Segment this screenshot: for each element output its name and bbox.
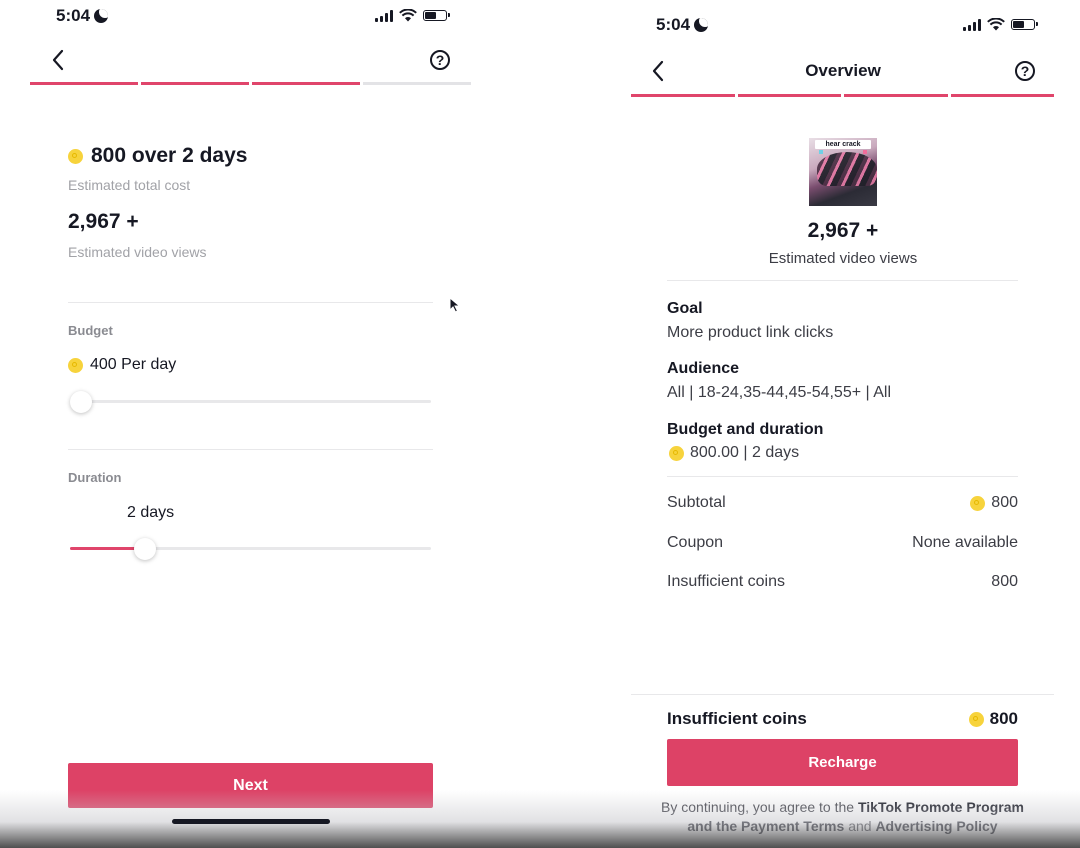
signal-icon — [375, 9, 393, 22]
views-caption: Estimated video views — [68, 244, 207, 260]
decoration — [819, 150, 823, 154]
subtotal-row: Subtotal 800 — [667, 494, 1018, 512]
thumbnail-caption: hear crack — [815, 140, 871, 149]
divider — [667, 476, 1018, 477]
budget-value-text: 400 Per day — [90, 356, 177, 373]
goal-title: Goal — [667, 300, 703, 317]
views-value: 2,967 + — [68, 210, 139, 233]
status-time: 5:04 — [56, 6, 109, 26]
video-thumbnail[interactable]: hear crack — [809, 138, 877, 206]
coin-icon — [68, 148, 83, 164]
next-button[interactable]: Next — [68, 763, 433, 808]
subtotal-value-text: 800 — [991, 494, 1018, 511]
time-text: 5:04 — [56, 6, 91, 25]
battery-icon — [423, 10, 450, 21]
page-title: Overview — [805, 61, 881, 80]
footer-insufficient-value: 800 — [968, 709, 1018, 729]
back-button[interactable] — [646, 59, 670, 83]
cursor-icon — [449, 297, 461, 313]
coupon-label: Coupon — [667, 534, 724, 551]
moon-icon — [694, 18, 709, 32]
progress-segment — [844, 94, 948, 97]
insufficient-coins-row: Insufficient coins 800 — [667, 573, 1018, 591]
terms-link-advertising-policy[interactable]: Advertising Policy — [875, 818, 997, 834]
coin-icon — [669, 445, 684, 461]
question-circle-icon: ? — [1020, 63, 1030, 79]
duration-slider[interactable] — [70, 538, 431, 560]
step-progress — [631, 94, 1054, 97]
coin-icon — [68, 357, 83, 373]
system-icons — [375, 9, 450, 22]
terms-prefix: By continuing, you agree to the — [661, 799, 855, 815]
footer-insufficient-row: Insufficient coins 800 — [667, 709, 1018, 729]
chevron-left-icon — [52, 49, 64, 71]
signal-icon — [963, 18, 981, 31]
insufficient-coins-label: Insufficient coins — [667, 573, 785, 590]
progress-segment — [141, 82, 249, 85]
coupon-value: None available — [912, 534, 1018, 551]
budget-slider-thumb[interactable] — [70, 391, 92, 413]
progress-segment — [737, 94, 841, 97]
help-button[interactable]: ? — [1015, 61, 1035, 81]
subtotal-label: Subtotal — [667, 494, 726, 511]
progress-segment — [30, 82, 138, 85]
insufficient-coins-value: 800 — [991, 573, 1018, 590]
progress-segment — [363, 82, 471, 85]
duration-value: 2 days — [127, 504, 175, 521]
goal-value: More product link clicks — [667, 324, 834, 341]
moon-icon — [94, 9, 109, 23]
coupon-row[interactable]: Coupon None available — [667, 534, 1018, 552]
progress-segment — [950, 94, 1054, 97]
step-progress — [30, 82, 471, 85]
coin-icon — [970, 495, 986, 511]
budget-duration-title: Budget and duration — [667, 421, 824, 438]
footer-insufficient-label: Insufficient coins — [667, 709, 807, 728]
terms-text: By continuing, you agree to the TikTok P… — [660, 798, 1025, 836]
time-text: 5:04 — [656, 15, 691, 34]
subtotal-value: 800 — [970, 494, 1018, 512]
terms-and: and — [848, 818, 872, 834]
cost-caption: Estimated total cost — [68, 177, 191, 193]
home-indicator[interactable] — [172, 819, 330, 824]
status-time: 5:04 — [656, 15, 709, 35]
coin-icon — [968, 711, 984, 727]
budget-slider[interactable] — [70, 391, 431, 413]
chevron-left-icon — [652, 60, 664, 82]
divider — [68, 302, 433, 303]
recharge-button[interactable]: Recharge — [667, 739, 1018, 786]
progress-segment — [252, 82, 360, 85]
back-button[interactable] — [46, 48, 70, 72]
cost-headline-text: 800 over 2 days — [91, 144, 248, 167]
views-caption: Estimated video views — [768, 250, 918, 267]
budget-label: Budget — [68, 323, 113, 338]
audience-title: Audience — [667, 360, 740, 377]
divider — [667, 280, 1018, 281]
footer-insufficient-value-text: 800 — [989, 709, 1018, 728]
budget-slider-track — [70, 400, 431, 403]
wifi-icon — [399, 9, 417, 22]
divider — [68, 449, 433, 450]
divider — [631, 694, 1054, 695]
decoration — [863, 150, 867, 154]
system-icons — [963, 18, 1038, 31]
duration-slider-thumb[interactable] — [134, 538, 157, 560]
wifi-icon — [987, 18, 1005, 31]
duration-label: Duration — [68, 470, 122, 485]
progress-segment — [631, 94, 735, 97]
views-value: 2,967 + — [807, 219, 879, 242]
help-button[interactable]: ? — [430, 50, 450, 70]
question-circle-icon: ? — [435, 52, 445, 68]
audience-value: All | 18-24,35-44,45-54,55+ | All — [667, 384, 892, 401]
cost-headline: 800 over 2 days — [68, 144, 247, 168]
budget-duration-text: 800.00 | 2 days — [690, 444, 800, 461]
battery-icon — [1011, 19, 1038, 30]
budget-duration-value: 800.00 | 2 days — [669, 444, 799, 462]
budget-value: 400 Per day — [68, 356, 176, 374]
